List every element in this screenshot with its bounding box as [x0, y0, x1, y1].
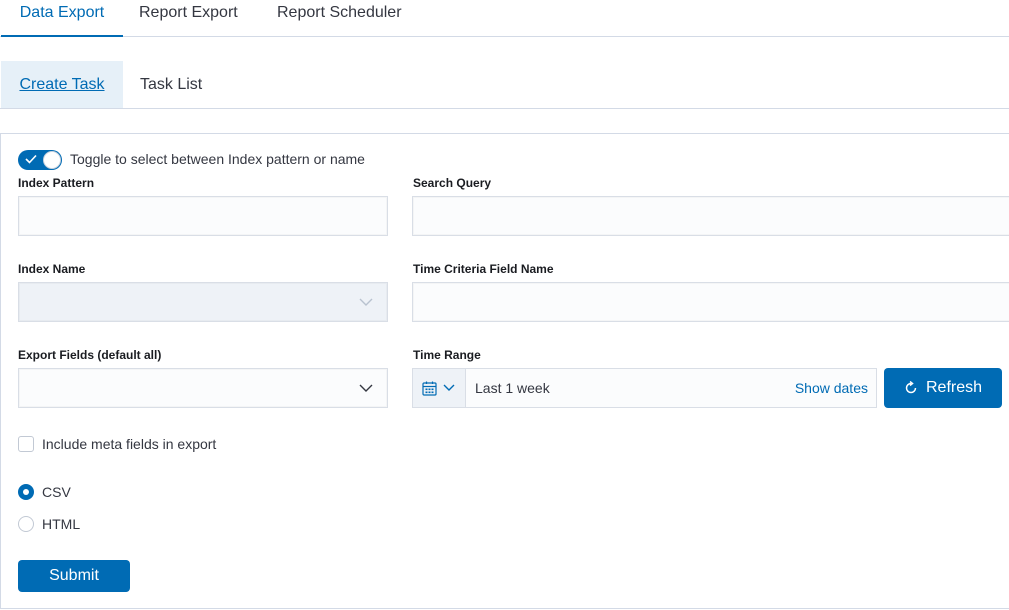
format-label-html: HTML [42, 516, 81, 532]
chevron-down-icon [359, 384, 373, 392]
format-label-csv: CSV [42, 484, 71, 500]
tab-data-export[interactable]: Data Export [1, 0, 123, 37]
index-pattern-input[interactable] [19, 197, 387, 235]
refresh-label: Refresh [926, 379, 983, 396]
meta-fields-checkbox[interactable] [18, 436, 34, 452]
search-query-input[interactable] [413, 197, 1009, 235]
quick-select-button[interactable] [413, 369, 466, 407]
tab-task-list[interactable]: Task List [140, 61, 202, 108]
format-radio-html[interactable] [18, 516, 34, 532]
index-pattern-field [18, 196, 388, 236]
check-icon [25, 154, 37, 164]
refresh-button[interactable]: Refresh [884, 368, 1002, 408]
search-query-label: Search Query [413, 176, 492, 190]
time-range-picker: Last 1 week Show dates [412, 368, 877, 408]
index-name-select[interactable] [18, 282, 388, 322]
tab-report-export[interactable]: Report Export [139, 0, 238, 37]
toggle-label: Toggle to select between Index pattern o… [70, 151, 365, 167]
time-field-field [412, 282, 1009, 322]
time-field-label: Time Criteria Field Name [413, 262, 554, 276]
export-fields-select[interactable] [18, 368, 388, 408]
search-query-field [412, 196, 1009, 236]
top-tab-bar: Data Export Report Export Report Schedul… [0, 0, 1009, 37]
time-range-label: Time Range [413, 348, 481, 362]
time-field-input[interactable] [413, 283, 1009, 321]
meta-fields-label: Include meta fields in export [42, 436, 217, 452]
index-mode-toggle[interactable] [18, 150, 62, 170]
tab-report-scheduler[interactable]: Report Scheduler [277, 0, 402, 37]
show-dates-link[interactable]: Show dates [795, 380, 868, 396]
submit-button[interactable]: Submit [18, 560, 130, 592]
format-radio-csv[interactable] [18, 484, 34, 500]
toggle-knob [43, 151, 61, 169]
calendar-icon [422, 381, 437, 396]
sub-tab-bar: Create Task Task List [0, 61, 1009, 109]
refresh-icon [905, 381, 917, 394]
chevron-down-icon [443, 384, 455, 391]
time-range-value[interactable]: Last 1 week [475, 380, 550, 396]
export-fields-label: Export Fields (default all) [18, 348, 162, 362]
chevron-down-icon [359, 298, 373, 306]
index-name-label: Index Name [18, 262, 86, 276]
tab-create-task[interactable]: Create Task [1, 61, 123, 108]
index-pattern-label: Index Pattern [18, 176, 95, 190]
